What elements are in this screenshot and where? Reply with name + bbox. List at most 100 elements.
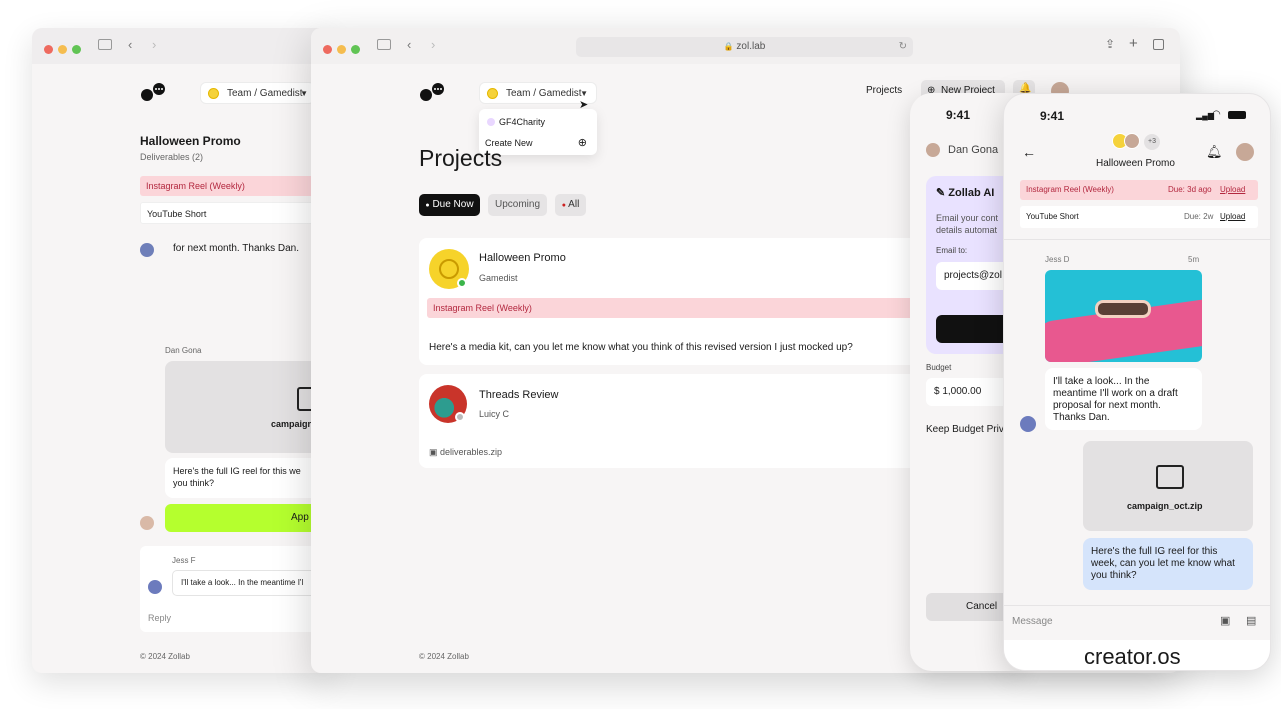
extra-members-badge: +3 <box>1144 134 1160 150</box>
filter-label: All <box>568 199 580 210</box>
file-name: campaign_oct.zip <box>1127 501 1203 511</box>
avatar <box>1124 133 1140 149</box>
file-name: campaign <box>271 419 314 429</box>
upload-link[interactable]: Upload <box>1220 180 1245 200</box>
status-offline-icon <box>455 412 465 422</box>
avatar <box>1020 416 1036 432</box>
dropdown-option-gf4charity[interactable]: GF4Charity <box>485 115 595 129</box>
deliverable-instagram[interactable]: Instagram Reel (Weekly) <box>140 176 332 196</box>
sidebar-toggle-icon[interactable] <box>98 39 112 50</box>
plus-circle-icon: ⊕ <box>577 137 587 149</box>
back-arrow-icon[interactable]: ‹ <box>128 37 132 52</box>
avatar[interactable] <box>1236 143 1254 161</box>
message-image[interactable] <box>1045 270 1202 362</box>
forward-arrow-icon[interactable]: › <box>152 37 156 52</box>
status-online-icon <box>457 278 467 288</box>
avatar <box>140 516 154 530</box>
reply-input[interactable]: Reply <box>148 613 171 623</box>
document-icon[interactable]: ▤ <box>1246 614 1256 627</box>
ai-text-line2: details automat <box>936 225 998 235</box>
deliverable-row-youtube[interactable]: YouTube Short Due: 2w Upload <box>1020 206 1258 228</box>
deliverable-youtube[interactable]: YouTube Short <box>140 202 332 224</box>
lock-icon: 🔒 <box>723 42 734 51</box>
budget-label: Budget <box>926 363 952 372</box>
approve-button[interactable]: App <box>165 504 332 532</box>
back-arrow-icon[interactable]: ← <box>1022 144 1036 160</box>
zollab-logo-icon <box>420 83 444 101</box>
zoom-dot-icon[interactable] <box>351 45 360 54</box>
wifi-icon: ◠ <box>1212 109 1221 120</box>
window-controls[interactable] <box>44 41 86 59</box>
message-input[interactable]: Message <box>1012 616 1053 627</box>
sidebar-toggle-icon[interactable] <box>377 39 391 50</box>
file-attachment[interactable]: campaign_oct.zip <box>1083 441 1253 531</box>
zoom-dot-icon[interactable] <box>72 45 81 54</box>
divider <box>1004 239 1270 240</box>
deliverable-due: Due: 3d ago <box>1168 185 1212 194</box>
close-dot-icon[interactable] <box>323 45 332 54</box>
main-titlebar: ‹ › 🔒 zol.lab ↻ ⇪ + <box>311 28 1180 64</box>
project-card-halloween[interactable]: Halloween Promo Gamedist Instagram Reel … <box>419 238 919 365</box>
filter-due-now[interactable]: ● Due Now <box>419 194 480 216</box>
team-select[interactable]: Team / Gamedist ▼ <box>200 82 315 104</box>
footer: © 2024 Zollab <box>419 652 469 661</box>
minimize-dot-icon[interactable] <box>58 45 67 54</box>
project-title: Halloween Promo <box>140 134 241 148</box>
keep-budget-private-toggle[interactable]: Keep Budget Priv <box>926 424 1004 435</box>
avatar <box>140 243 154 257</box>
project-title: Halloween Promo <box>479 252 566 264</box>
filter-upcoming[interactable]: Upcoming <box>488 194 547 216</box>
sunglasses-icon <box>1095 300 1151 318</box>
attachment-name: deliverables.zip <box>440 447 503 457</box>
ai-panel-text: Email your cont details automat <box>936 212 998 236</box>
project-client: Luicy C <box>479 409 510 419</box>
url-bar[interactable]: 🔒 zol.lab ↻ <box>576 37 913 57</box>
back-arrow-icon[interactable]: ‹ <box>407 37 411 52</box>
reply-panel: Jess F I'll take a look... In the meanti… <box>140 546 330 632</box>
file-attachment[interactable]: campaign <box>165 361 332 453</box>
team-select-label: Team / Gamedist <box>227 88 303 99</box>
zollab-logo-icon <box>141 83 165 101</box>
project-card-threads[interactable]: Threads Review Luicy C ▣ deliverables.zi… <box>419 374 919 468</box>
message-author: Jess D <box>1045 255 1070 264</box>
share-icon[interactable]: ⇪ <box>1105 37 1115 51</box>
folder-icon <box>1156 465 1184 489</box>
spiral-icon <box>439 259 459 279</box>
ai-panel-title: ✎ Zollab AI <box>936 186 994 199</box>
back-browser-window: ‹ › Team / Gamedist ▼ Halloween Promo De… <box>32 28 332 673</box>
reel-message: Here's the full IG reel for this we you … <box>165 458 332 498</box>
upload-link[interactable]: Upload <box>1220 206 1245 228</box>
user-name: Dan Gona <box>948 144 999 156</box>
deliverable-row-instagram[interactable]: Instagram Reel (Weekly) Due: 3d ago Uplo… <box>1020 180 1258 200</box>
project-message: Here's a media kit, can you let me know … <box>429 342 853 353</box>
attachment-link[interactable]: ▣ deliverables.zip <box>429 447 502 458</box>
image-file-icon: ▣ <box>429 447 438 457</box>
url-text: zol.lab <box>736 41 766 52</box>
reply-quote: I'll take a look... In the meantime I'l <box>172 570 322 596</box>
team-coin-icon <box>487 88 498 99</box>
new-tab-icon[interactable]: + <box>1129 35 1138 52</box>
nav-projects[interactable]: Projects <box>866 85 902 96</box>
divider <box>1004 605 1270 606</box>
avatar <box>148 580 162 594</box>
reload-icon[interactable]: ↻ <box>899 37 907 57</box>
footer: © 2024 Zollab <box>140 652 190 661</box>
page-title: Projects <box>419 145 503 171</box>
filter-all[interactable]: ● All <box>555 194 586 216</box>
incoming-message: I'll take a look... In the meantime I'll… <box>1045 368 1202 430</box>
deliverable-due: Due: 2w <box>1184 212 1214 221</box>
window-controls[interactable] <box>323 41 365 59</box>
minimize-dot-icon[interactable] <box>337 45 346 54</box>
tabs-overview-icon[interactable] <box>1153 39 1164 50</box>
reply-author: Jess F <box>172 556 196 565</box>
sender-name: Dan Gona <box>165 346 202 355</box>
close-dot-icon[interactable] <box>44 45 53 54</box>
forward-arrow-icon[interactable]: › <box>431 37 435 52</box>
chevron-down-icon: ▼ <box>300 89 308 98</box>
bell-icon[interactable]: 🔔︎ <box>1206 144 1223 160</box>
team-select-label: Team / Gamedist <box>506 88 582 99</box>
image-icon[interactable]: ▣ <box>1220 614 1230 627</box>
dot-icon: ● <box>561 202 566 209</box>
project-tag[interactable]: Instagram Reel (Weekly) <box>427 298 919 318</box>
message-time: 5m <box>1188 255 1200 264</box>
